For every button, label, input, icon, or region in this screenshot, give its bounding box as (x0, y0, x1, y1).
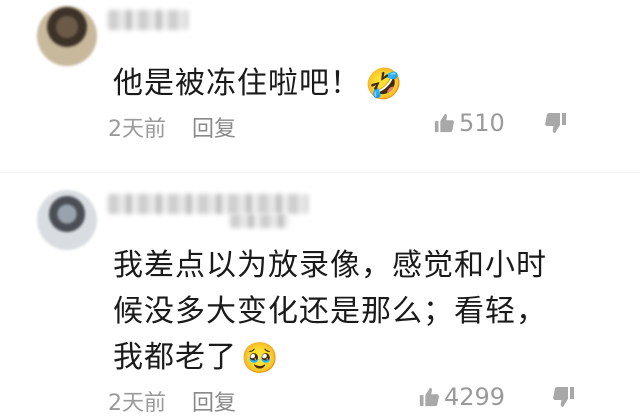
username-redacted (108, 10, 188, 30)
comment-meta: 2天前 回复 (108, 385, 236, 417)
username-redacted (108, 194, 308, 214)
avatar[interactable] (37, 190, 97, 250)
like-count: 510 (459, 109, 505, 137)
comment-time: 2天前 (108, 391, 166, 416)
dislike-button[interactable] (544, 111, 568, 139)
comment-text-line: 他是被冻住啦吧！ (113, 66, 361, 101)
reply-button[interactable]: 回复 (192, 117, 236, 142)
comment-item: 他是被冻住啦吧！ 🤣 2天前 回复 510 (0, 0, 640, 170)
comment-text-line: 我差点以为放录像，感觉和小时 (113, 248, 547, 283)
comment-meta: 2天前 回复 (108, 111, 236, 143)
comment-text: 他是被冻住啦吧！ 🤣 (113, 58, 403, 102)
dislike-button[interactable] (552, 385, 576, 413)
thumbs-down-icon (553, 387, 574, 407)
comment-list: 他是被冻住啦吧！ 🤣 2天前 回复 510 我差点以为放录像，感觉和小时 候没多大变… (0, 0, 640, 417)
pleading-face-emoji: 🥹 (241, 341, 280, 376)
rolling-laughing-emoji: 🤣 (365, 67, 404, 102)
like-button[interactable]: 4299 (418, 383, 505, 411)
comment-text: 我都老了 🥹 (113, 332, 279, 376)
like-count: 4299 (444, 383, 506, 411)
comment-text-line: 我都老了 (113, 340, 237, 375)
comment-time: 2天前 (108, 117, 166, 142)
thumbs-up-icon (419, 387, 439, 407)
thumbs-down-icon (545, 113, 566, 133)
thumbs-up-icon (434, 113, 454, 133)
comment-item: 我差点以为放录像，感觉和小时 候没多大变化还是那么；看轻， 我都老了 🥹 2天前 回… (0, 172, 640, 417)
reply-button[interactable]: 回复 (192, 391, 236, 416)
username-redacted (230, 214, 290, 228)
like-button[interactable]: 510 (433, 109, 505, 137)
comment-text-line: 候没多大变化还是那么；看轻， (113, 294, 547, 329)
avatar[interactable] (37, 6, 97, 66)
